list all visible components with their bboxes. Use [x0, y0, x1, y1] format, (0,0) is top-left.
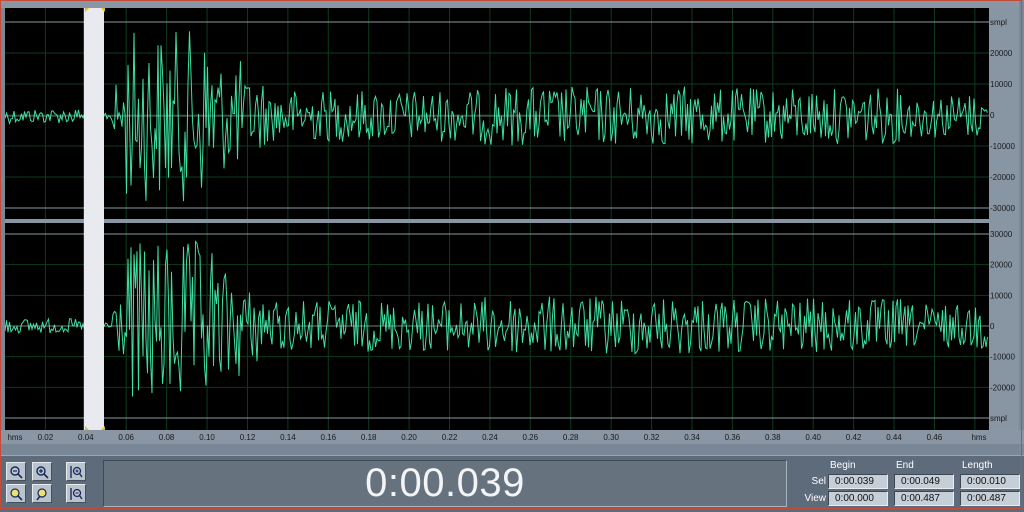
zoom-in-vertical-icon	[70, 465, 83, 478]
current-time-display: 0:00.039	[365, 461, 525, 505]
zoom-to-left-icon	[10, 487, 23, 501]
time-tick-label: 0.08	[159, 433, 175, 442]
time-tick-label: 0.44	[886, 433, 902, 442]
col-end-header: End	[896, 460, 914, 471]
zoom-to-right-button[interactable]	[32, 484, 52, 503]
view-end-field[interactable]: 0:00.487	[894, 491, 954, 506]
top-strip	[0, 0, 1024, 8]
selection-highlight[interactable]	[83, 8, 104, 430]
amplitude-label: -20000	[990, 383, 1015, 392]
time-tick-label: 0.14	[280, 433, 296, 442]
time-tick-label: 0.10	[199, 433, 215, 442]
time-tick-label: 0.34	[684, 433, 700, 442]
time-tick-label: 0.26	[523, 433, 539, 442]
amplitude-label: smpl	[990, 414, 1007, 423]
time-tick-label: 0.12	[240, 433, 256, 442]
time-tick-label: 0.30	[603, 433, 619, 442]
waveform-canvas[interactable]	[5, 8, 989, 430]
time-tick-label: 0.40	[805, 433, 821, 442]
view-length-field[interactable]: 0:00.487	[960, 491, 1020, 506]
amplitude-scale: smpl 20000 10000 0 -10000 -20000 -30000 30000 20…	[989, 8, 1019, 430]
time-tick-label: 0.22	[442, 433, 458, 442]
amplitude-label: 0	[990, 111, 995, 120]
amplitude-label: 30000	[990, 230, 1013, 239]
waveform-traces	[5, 31, 989, 397]
amplitude-label: 20000	[990, 261, 1013, 270]
waveform-display[interactable]	[5, 8, 989, 430]
amplitude-label: -10000	[990, 353, 1015, 362]
view-row-label: View	[804, 493, 827, 504]
view-begin-field[interactable]: 0:00.000	[828, 491, 888, 506]
zoom-out-vertical-button[interactable]	[66, 484, 86, 503]
amplitude-label: 10000	[990, 291, 1013, 300]
amplitude-label: -10000	[990, 142, 1015, 151]
time-tick-label: 0.42	[846, 433, 862, 442]
status-bar: 0:00.039 Begin End Length Sel View 0:00.…	[0, 455, 1024, 512]
amplitude-label: 0	[990, 322, 995, 331]
right-border	[1019, 0, 1024, 455]
time-tick-label: 0.36	[725, 433, 741, 442]
time-tick-label: 0.46	[927, 433, 943, 442]
zoom-in-icon	[36, 465, 49, 479]
time-tick-label: 0.38	[765, 433, 781, 442]
sel-row-label: Sel	[811, 476, 826, 487]
time-tick-label: 0.32	[644, 433, 660, 442]
zoom-out-full-button[interactable]	[6, 462, 26, 481]
sel-begin-field[interactable]: 0:00.039	[828, 474, 888, 489]
zoom-out-full-icon	[10, 465, 23, 479]
time-tick-label: 0.18	[361, 433, 377, 442]
time-tick-label: 0.02	[38, 433, 54, 442]
zoom-to-left-button[interactable]	[6, 484, 26, 503]
time-tick-label: 0.20	[401, 433, 417, 442]
zoom-in-vertical-button[interactable]	[66, 462, 86, 481]
amplitude-label: 10000	[990, 80, 1013, 89]
col-begin-header: Begin	[830, 460, 856, 471]
time-ruler[interactable]: hms hms 0.02 0.04 0.06 0.08 0.10 0.12 0.14 0.16 0.…	[0, 430, 1024, 444]
time-display-panel: 0:00.039	[103, 460, 787, 507]
zoom-out-vertical-icon	[70, 487, 83, 500]
time-tick-label: 0.04	[78, 433, 94, 442]
amplitude-label: -20000	[990, 173, 1015, 182]
sel-end-field[interactable]: 0:00.049	[894, 474, 954, 489]
time-unit-right: hms	[971, 433, 986, 442]
col-length-header: Length	[962, 460, 993, 471]
time-tick-label: 0.24	[482, 433, 498, 442]
amplitude-label: -30000	[990, 204, 1015, 213]
time-tick-label: 0.16	[321, 433, 337, 442]
selection-view-panel: Begin End Length Sel View 0:00.039 0:00.…	[790, 456, 1024, 512]
zoom-to-right-icon	[36, 487, 47, 500]
time-tick-label: 0.28	[563, 433, 579, 442]
time-unit-left: hms	[7, 433, 22, 442]
time-tick-label: 0.06	[118, 433, 134, 442]
zoom-in-button[interactable]	[32, 462, 52, 481]
sel-length-field[interactable]: 0:00.010	[960, 474, 1020, 489]
amplitude-label: 20000	[990, 49, 1013, 58]
amplitude-label: smpl	[990, 18, 1007, 27]
